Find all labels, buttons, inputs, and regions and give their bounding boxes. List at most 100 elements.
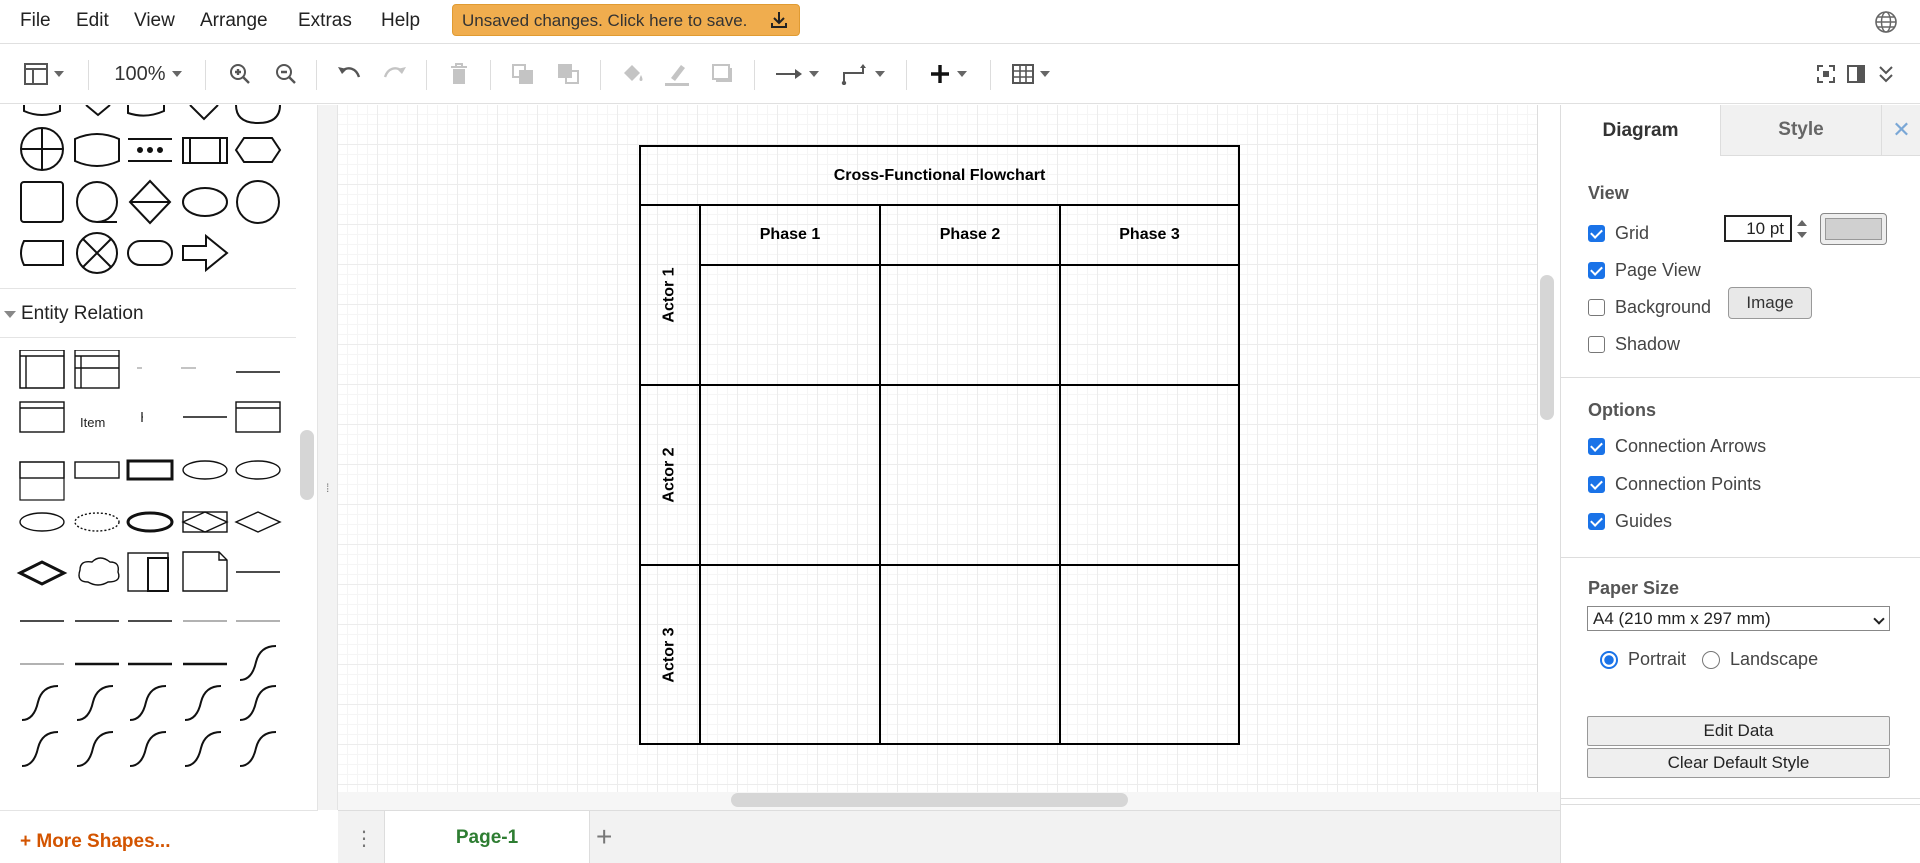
shadow-button[interactable] <box>708 60 738 88</box>
options-section-title: Options <box>1588 400 1656 420</box>
line-color-button[interactable] <box>662 60 692 88</box>
globe-icon[interactable] <box>1874 10 1898 39</box>
waypoints-dropdown[interactable] <box>838 60 888 88</box>
menu-view[interactable]: View <box>134 10 175 32</box>
phase-header[interactable]: Phase 1 <box>699 206 879 266</box>
toolbar: 100% <box>0 44 1920 104</box>
menu-arrange[interactable]: Arrange <box>200 10 268 32</box>
close-icon[interactable]: ✕ <box>1881 105 1920 156</box>
background-option[interactable]: Background <box>1588 297 1711 318</box>
menu-edit[interactable]: Edit <box>76 10 109 32</box>
connection-points-checkbox[interactable] <box>1588 476 1605 493</box>
pencil-icon <box>663 62 691 86</box>
more-shapes-button[interactable]: + More Shapes... <box>20 831 170 853</box>
fill-color-button[interactable] <box>618 60 648 88</box>
landscape-label: Landscape <box>1730 649 1819 669</box>
lane-cell[interactable] <box>1059 566 1238 743</box>
tab-style[interactable]: Style <box>1720 105 1881 156</box>
menu-help[interactable]: Help <box>381 10 420 32</box>
page-view-option[interactable]: Page View <box>1588 260 1701 281</box>
canvas-horizontal-scrollbar[interactable] <box>731 793 1128 807</box>
grid-size-stepper[interactable] <box>1794 216 1810 242</box>
unsaved-changes-button[interactable]: Unsaved changes. Click here to save. <box>452 4 800 36</box>
redo-button[interactable] <box>380 60 410 88</box>
table-dropdown[interactable] <box>1006 60 1056 88</box>
page-tabs-bar: ⋮ Page-1 + <box>338 810 1560 863</box>
format-panel-toggle[interactable] <box>18 60 70 88</box>
paper-size-title: Paper Size <box>1588 578 1680 598</box>
lane-cell[interactable] <box>699 566 879 743</box>
zoom-out-icon <box>275 63 297 85</box>
page-tab[interactable]: Page-1 <box>384 811 590 863</box>
lane-cell[interactable] <box>879 266 1059 386</box>
zoom-out-button[interactable] <box>272 60 300 88</box>
lane-cell[interactable] <box>699 266 879 386</box>
zoom-in-button[interactable] <box>226 60 254 88</box>
to-back-button[interactable] <box>554 60 584 88</box>
actor-lane[interactable]: Actor 2 <box>641 386 701 566</box>
format-panel-button[interactable] <box>1842 60 1870 88</box>
edit-data-button[interactable]: Edit Data <box>1587 716 1890 746</box>
lane-cell[interactable] <box>1059 266 1238 386</box>
fullscreen-button[interactable] <box>1812 60 1840 88</box>
background-label: Background <box>1615 297 1712 317</box>
actor-lane[interactable]: Actor 1 <box>641 206 701 386</box>
to-front-button[interactable] <box>508 60 538 88</box>
entity-relation-shapes-palette[interactable] <box>0 350 296 770</box>
grid-size-input[interactable] <box>1724 215 1792 242</box>
collapse-toolbar-button[interactable] <box>1872 60 1900 88</box>
lane-cell[interactable] <box>699 386 879 566</box>
phase-header[interactable]: Phase 3 <box>1059 206 1238 266</box>
delete-button[interactable] <box>444 60 474 88</box>
lane-cell[interactable] <box>879 566 1059 743</box>
grid-option[interactable]: Grid <box>1588 223 1649 244</box>
shapes-sidebar: Entity Relation Item <box>0 105 318 810</box>
sidebar-scrollbar[interactable] <box>300 430 314 500</box>
undo-icon <box>336 64 362 84</box>
connection-style-dropdown[interactable] <box>772 60 822 88</box>
paper-size-select[interactable]: A4 (210 mm x 297 mm) <box>1587 606 1890 631</box>
shadow-option[interactable]: Shadow <box>1588 334 1680 355</box>
paint-bucket-icon <box>621 63 645 85</box>
background-image-button[interactable]: Image <box>1728 287 1812 319</box>
item-shape-label[interactable]: Item <box>80 415 105 430</box>
connection-arrows-checkbox[interactable] <box>1588 438 1605 455</box>
lane-cell[interactable] <box>879 386 1059 566</box>
guides-option[interactable]: Guides <box>1588 511 1672 532</box>
connection-points-option[interactable]: Connection Points <box>1588 474 1761 495</box>
zoom-dropdown[interactable]: 100% <box>108 60 188 88</box>
guides-checkbox[interactable] <box>1588 513 1605 530</box>
flowchart-title[interactable]: Cross-Functional Flowchart <box>641 147 1238 206</box>
layout-icon <box>24 63 48 85</box>
landscape-radio[interactable] <box>1702 650 1720 669</box>
connection-arrows-option[interactable]: Connection Arrows <box>1588 436 1766 457</box>
lane-cell[interactable] <box>1059 386 1238 566</box>
shadow-checkbox[interactable] <box>1588 336 1605 353</box>
actor-lane[interactable]: Actor 3 <box>641 566 701 743</box>
phase-header[interactable]: Phase 2 <box>879 206 1059 266</box>
plus-icon <box>929 63 951 85</box>
connection-arrows-label: Connection Arrows <box>1615 436 1767 456</box>
clear-default-style-button[interactable]: Clear Default Style <box>1587 748 1890 778</box>
undo-button[interactable] <box>334 60 364 88</box>
portrait-radio[interactable] <box>1600 650 1618 669</box>
cross-functional-flowchart[interactable]: Cross-Functional Flowchart Phase 1 Phase… <box>639 145 1240 745</box>
pages-menu-icon[interactable]: ⋮ <box>354 826 374 851</box>
tab-diagram[interactable]: Diagram <box>1561 105 1720 156</box>
connection-points-label: Connection Points <box>1615 474 1762 494</box>
sidebar-splitter[interactable]: ⁞ <box>318 105 338 810</box>
entity-relation-header[interactable]: Entity Relation <box>0 288 296 338</box>
flowchart-shapes-palette[interactable] <box>0 105 296 288</box>
portrait-option[interactable]: Portrait <box>1600 649 1686 670</box>
insert-dropdown[interactable] <box>922 60 974 88</box>
canvas-vertical-scrollbar[interactable] <box>1540 275 1554 420</box>
grid-color-button[interactable] <box>1820 213 1887 245</box>
to-back-icon <box>557 63 581 85</box>
menu-extras[interactable]: Extras <box>298 10 352 32</box>
add-page-icon[interactable]: + <box>596 821 612 853</box>
landscape-option[interactable]: Landscape <box>1702 649 1818 670</box>
page-view-checkbox[interactable] <box>1588 262 1605 279</box>
menu-file[interactable]: File <box>20 10 51 32</box>
grid-checkbox[interactable] <box>1588 225 1605 242</box>
background-checkbox[interactable] <box>1588 299 1605 316</box>
